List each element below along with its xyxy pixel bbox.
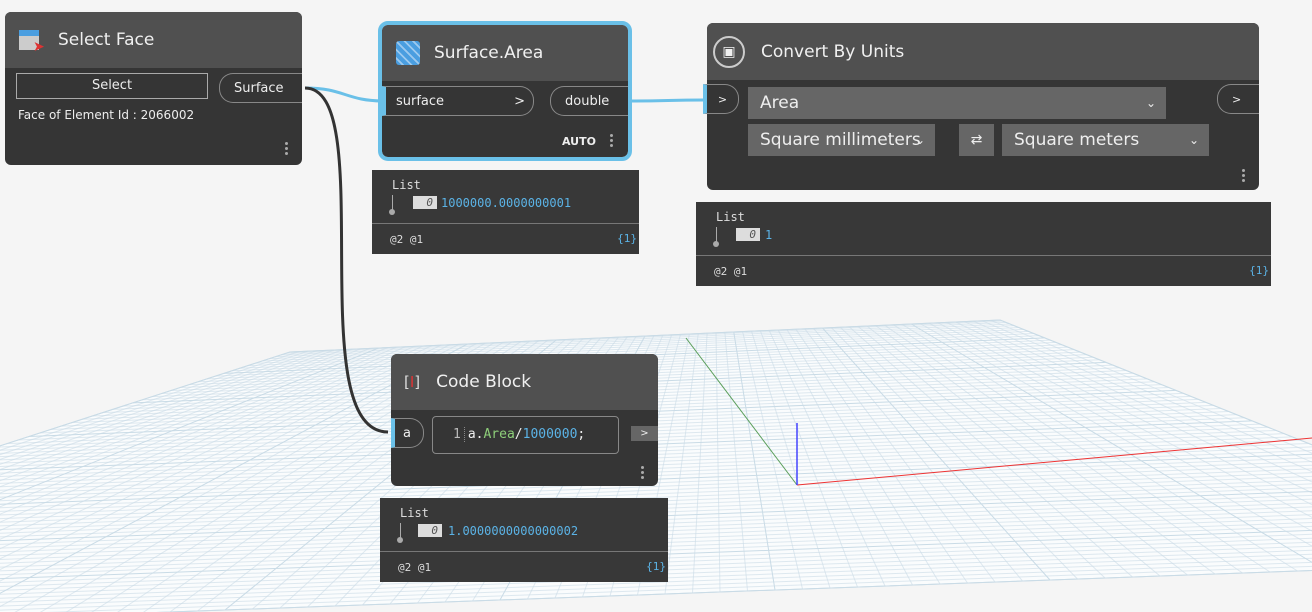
line-number: 1 (453, 427, 465, 442)
preview-value: 1000000.0000000001 (441, 196, 572, 210)
preview-tree-line (397, 523, 403, 543)
code-block-icon: [I] (404, 373, 421, 391)
node-title: Convert By Units (761, 41, 905, 62)
node-header[interactable]: Surface.Area (382, 25, 628, 81)
select-face-icon: ➤ (17, 26, 45, 55)
preview-index: 0 (418, 524, 442, 537)
surface-area-preview: List 0 1000000.0000000001 @2 @1 {1} (372, 170, 639, 254)
node-menu-icon[interactable] (1242, 167, 1246, 184)
node-menu-icon[interactable] (285, 140, 289, 157)
input-port-surface[interactable]: surface > (382, 86, 534, 116)
dropdown-value: Square meters (1014, 130, 1140, 150)
port-arrow: > (717, 92, 728, 106)
preview-value: 1 (765, 228, 773, 242)
node-title: Surface.Area (434, 43, 544, 63)
preview-list-label: List (400, 506, 429, 520)
from-unit-dropdown[interactable]: Square millimeters ⌄ (748, 124, 935, 156)
preview-index: 0 (736, 228, 760, 241)
element-info: Face of Element Id : 2066002 (18, 108, 195, 122)
chevron-down-icon: ⌄ (914, 133, 925, 147)
port-arrow: > (514, 93, 525, 109)
node-header[interactable]: ➤ Select Face (5, 12, 302, 68)
code-operator: / (514, 427, 523, 442)
preview-index: 0 (413, 196, 437, 209)
preview-count: {1} (617, 232, 637, 245)
port-arrow: > (640, 428, 649, 439)
port-label: a (403, 425, 411, 441)
convert-by-units-node[interactable]: ▣ Convert By Units > Area ⌄ > Square mill… (703, 23, 1259, 190)
chevron-down-icon: ⌄ (1188, 133, 1199, 147)
code-block-node[interactable]: [I] Code Block a 1 a.Area/1000000; > (391, 354, 658, 486)
code-property: Area (483, 427, 515, 442)
wire-area-to-convert (631, 98, 705, 103)
preview-levels: @2 @1 (390, 233, 424, 246)
swap-icon: ⇄ (970, 132, 983, 148)
dropdown-value: Area (760, 93, 800, 113)
output-port[interactable]: > (1217, 84, 1259, 114)
port-arrow: > (1232, 92, 1242, 106)
code-editor[interactable]: 1 a.Area/1000000; (432, 416, 619, 454)
node-header[interactable]: ▣ Convert By Units (707, 23, 1259, 80)
preview-tree-line (713, 227, 719, 247)
code-semicolon: ; (577, 427, 586, 442)
quantity-dropdown[interactable]: Area ⌄ (748, 87, 1166, 119)
output-port[interactable]: > (631, 426, 658, 441)
preview-list-label: List (716, 210, 745, 224)
preview-count: {1} (646, 560, 666, 573)
preview-tree-line (389, 195, 395, 215)
port-label: surface (396, 93, 445, 109)
lacing-label[interactable]: AUTO (562, 135, 596, 148)
preview-count: {1} (1249, 264, 1269, 277)
preview-list-label: List (392, 178, 421, 192)
select-face-node[interactable]: ➤ Select Face Select Surface Face of Ele… (5, 12, 302, 165)
node-menu-icon[interactable] (641, 464, 645, 481)
node-title: Select Face (58, 30, 155, 50)
select-button[interactable]: Select (16, 73, 208, 99)
surface-area-node[interactable]: Surface.Area surface > double AUTO (378, 21, 632, 161)
code-variable: a. (467, 427, 484, 442)
chevron-down-icon: ⌄ (1145, 96, 1156, 110)
node-menu-icon[interactable] (610, 132, 614, 149)
node-title: Code Block (436, 372, 532, 392)
surface-area-icon (396, 41, 420, 65)
preview-levels: @2 @1 (398, 561, 432, 574)
node-header[interactable]: [I] Code Block (391, 354, 658, 410)
dropdown-value: Square millimeters (760, 130, 921, 150)
input-port-a[interactable]: a (391, 418, 424, 448)
code-block-preview: List 0 1.0000000000000002 @2 @1 {1} (380, 498, 668, 582)
preview-levels: @2 @1 (714, 265, 748, 278)
input-port[interactable]: > (703, 84, 739, 114)
convert-preview: List 0 1 @2 @1 {1} (696, 202, 1271, 286)
swap-units-button[interactable]: ⇄ (959, 124, 994, 156)
convert-units-icon: ▣ (713, 35, 745, 68)
preview-value: 1.0000000000000002 (448, 524, 579, 538)
wire-surface-to-area (304, 86, 386, 103)
output-port-surface[interactable]: Surface (219, 73, 302, 103)
port-label: Surface (234, 80, 284, 96)
output-port-double[interactable]: double (550, 86, 628, 116)
to-unit-dropdown[interactable]: Square meters ⌄ (1002, 124, 1209, 156)
code-number: 1000000 (522, 427, 578, 442)
port-label: double (565, 93, 610, 109)
